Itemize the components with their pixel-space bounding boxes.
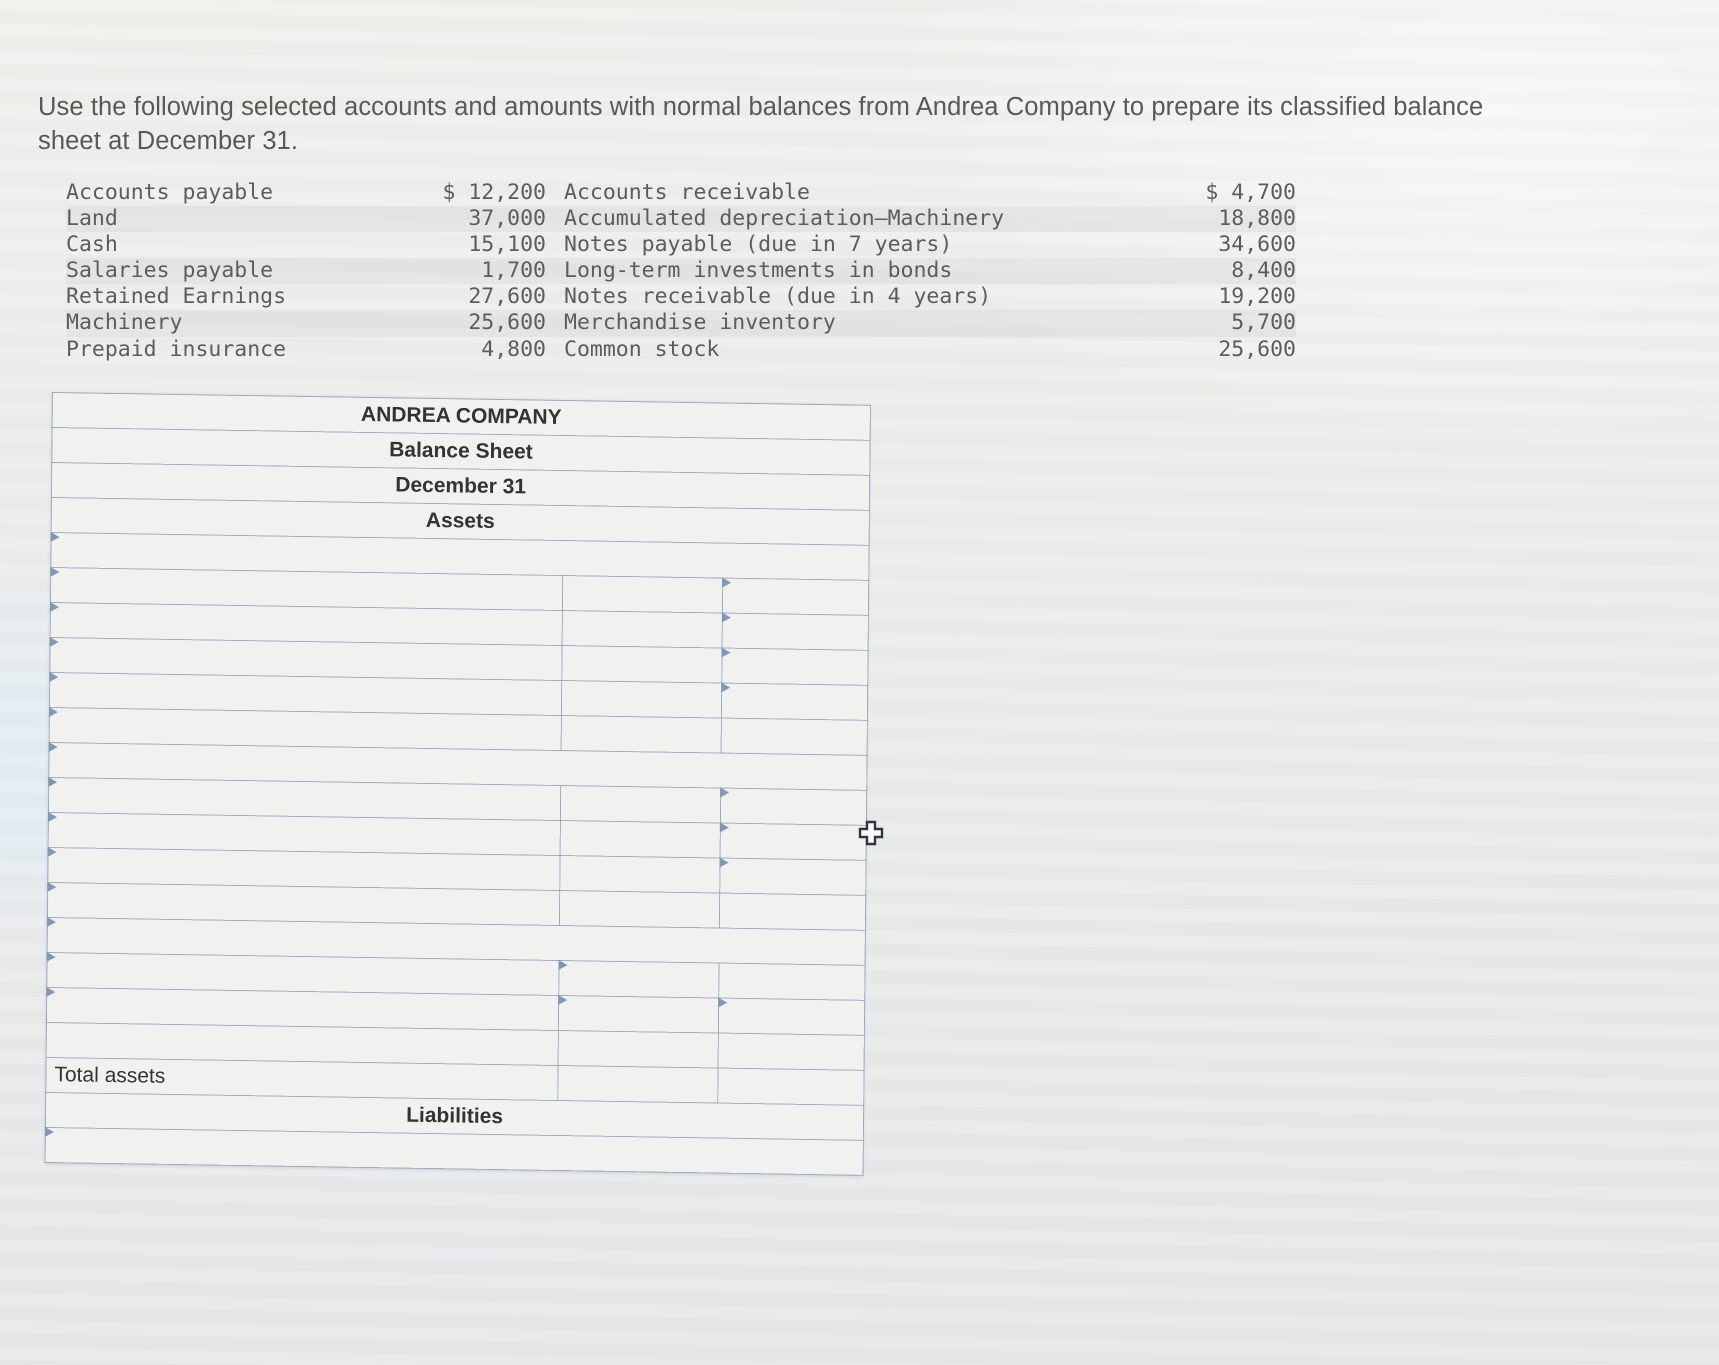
account-name-left: Salaries payable — [66, 258, 396, 285]
amount-cell-mid[interactable] — [562, 610, 723, 649]
account-name-right: Common stock — [564, 336, 720, 362]
account-name-left: Cash — [66, 232, 118, 258]
account-row: Salaries payable 1,700 Long-term investmen… — [66, 258, 1296, 285]
balance-sheet-table: ANDREA COMPANY Balance Sheet December 31… — [44, 392, 871, 1176]
amount-input-right[interactable] — [719, 858, 867, 896]
account-name-left: Prepaid insurance — [66, 336, 287, 362]
account-row: Accounts payable $ 12,200 Accounts receiva… — [66, 180, 1296, 206]
total-assets-mid[interactable] — [557, 1065, 719, 1104]
account-amount-right: 18,800 — [1034, 206, 1296, 233]
amount-cell-right[interactable] — [718, 1033, 865, 1071]
amount-input-right[interactable] — [720, 788, 867, 826]
amount-cell-mid[interactable] — [560, 820, 721, 859]
balance-sheet-form: ANDREA COMPANY Balance Sheet December 31… — [44, 392, 871, 1176]
account-name-left: Land — [66, 206, 396, 233]
account-row: Machinery 25,600 Merchandise inventory 5,70… — [66, 310, 1296, 337]
account-amount-right: 8,400 — [1034, 258, 1296, 285]
account-name-right: Accumulated depreciation—Machinery — [558, 206, 1034, 233]
account-name-right: Merchandise inventory — [558, 310, 1034, 337]
account-amount-left: 4,800 — [481, 336, 546, 362]
account-row: Cash 15,100 Notes payable (due in 7 years)… — [66, 232, 1296, 258]
amount-cell-mid[interactable] — [562, 575, 723, 614]
amount-cell-mid[interactable] — [561, 645, 723, 684]
account-name-left: Accounts payable — [66, 180, 274, 205]
account-amount-left: 25,600 — [396, 310, 558, 337]
account-name-right: Notes payable (due in 7 years) — [564, 232, 953, 258]
account-amount-right: 25,600 — [1218, 336, 1296, 362]
amount-input-right[interactable] — [720, 823, 867, 861]
account-amount-left: 1,700 — [396, 258, 558, 285]
account-amount-right: 19,200 — [1218, 284, 1296, 310]
amount-input-right[interactable] — [722, 578, 869, 616]
account-amount-right: $ 4,700 — [1205, 180, 1296, 205]
account-row: Prepaid insurance 4,800 Common stock 25,600 — [66, 337, 1296, 363]
amount-cell-right[interactable] — [718, 963, 866, 1001]
account-amount-right: 5,700 — [1034, 310, 1296, 337]
account-amount-left: 27,600 — [468, 284, 546, 310]
amount-cell-mid[interactable] — [559, 890, 720, 929]
account-name-left: Machinery — [66, 310, 396, 337]
amount-cell-right[interactable] — [721, 718, 868, 756]
account-name-right: Long-term investments in bonds — [558, 258, 1034, 285]
amount-cell-right[interactable] — [719, 893, 866, 931]
amount-input-right[interactable] — [718, 998, 865, 1036]
account-amount-right: 34,600 — [1218, 232, 1296, 258]
amount-input-right[interactable] — [722, 613, 869, 651]
account-amount-left: 15,100 — [468, 232, 546, 258]
accounts-listing: Accounts payable $ 12,200 Accounts receiva… — [66, 180, 1296, 363]
amount-cell-mid[interactable] — [559, 855, 721, 894]
amount-cell-mid[interactable] — [560, 785, 721, 824]
total-assets-amount[interactable] — [717, 1068, 865, 1106]
amount-cell-mid[interactable] — [558, 1030, 719, 1069]
account-amount-left: $ 12,200 — [442, 180, 546, 205]
amount-input-right[interactable] — [721, 683, 868, 721]
amount-input-mid[interactable] — [558, 995, 719, 1034]
account-name-right: Accounts receivable — [564, 180, 810, 205]
question-prompt: Use the following selected accounts and … — [38, 93, 1484, 155]
amount-input-mid[interactable] — [558, 960, 720, 999]
amount-cell-mid[interactable] — [561, 680, 722, 719]
account-row: Retained Earnings 27,600 Notes receivable … — [66, 284, 1296, 310]
amount-cell-mid[interactable] — [561, 715, 722, 754]
accounts-table: Accounts payable $ 12,200 Accounts receiva… — [66, 180, 1296, 363]
account-amount-left: 37,000 — [396, 206, 558, 233]
account-row: Land 37,000 Accumulated depreciation—Machi… — [66, 206, 1296, 233]
account-name-right: Notes receivable (due in 4 years) — [564, 284, 992, 310]
account-name-left: Retained Earnings — [66, 284, 287, 310]
amount-input-right[interactable] — [721, 648, 869, 686]
